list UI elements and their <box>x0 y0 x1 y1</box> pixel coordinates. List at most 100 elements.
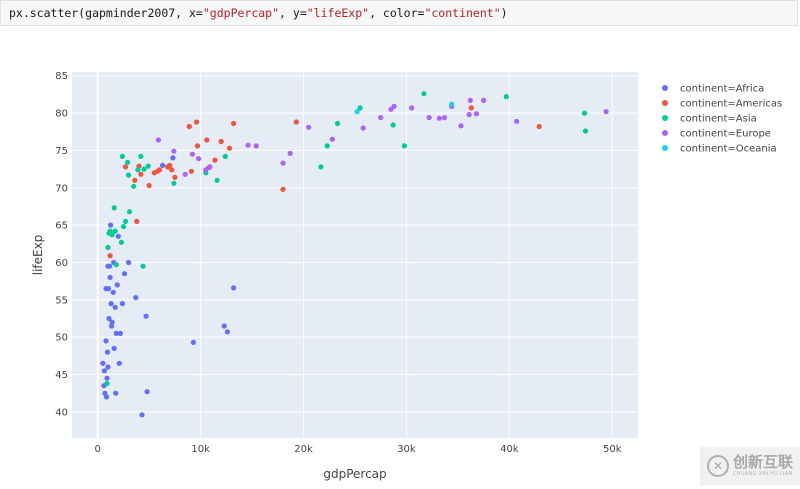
scatter-point <box>190 339 196 345</box>
scatter-point <box>449 101 455 107</box>
scatter-point <box>112 228 118 234</box>
watermark-logo: ✕ 创新互联 CHUANG XIN HU LIAN <box>700 447 800 485</box>
x-tick-label: 30k <box>397 444 416 455</box>
scatter-point <box>133 295 139 301</box>
scatter-chart[interactable]: 0 10k 20k 30k 40k 50k 40 45 50 55 60 65 70 75 80 85 gd… <box>0 0 800 489</box>
scatter-point <box>108 301 114 307</box>
scatter-point <box>140 263 146 269</box>
scatter-point <box>126 259 132 266</box>
scatter-point <box>145 163 151 169</box>
scatter-point <box>108 222 114 228</box>
scatter-point <box>441 115 448 121</box>
x-tick-labels: 0 10k 20k 30k 40k 50k <box>95 444 622 455</box>
scatter-point <box>226 145 233 151</box>
legend[interactable]: continent=Africa continent=Americas contin… <box>662 84 782 155</box>
scatter-point <box>125 159 131 165</box>
x-tick-label: 50k <box>603 444 622 455</box>
scatter-point <box>401 143 407 149</box>
scatter-point <box>214 177 220 183</box>
scatter-point <box>100 360 106 366</box>
scatter-point <box>582 128 589 134</box>
scatter-point <box>107 253 113 259</box>
scatter-point <box>104 349 111 355</box>
scatter-point <box>169 167 175 173</box>
scatter-point <box>160 162 166 168</box>
scatter-point <box>113 262 119 268</box>
scatter-point <box>143 313 149 319</box>
scatter-point <box>141 166 147 172</box>
watermark-subtitle: CHUANG XIN HU LIAN <box>732 471 793 477</box>
scatter-point <box>354 109 360 115</box>
scatter-point <box>207 164 213 170</box>
scatter-point <box>409 105 415 111</box>
y-tick-label: 85 <box>55 71 68 82</box>
y-tick-label: 70 <box>55 183 68 194</box>
scatter-point <box>390 122 396 128</box>
scatter-point <box>603 109 609 115</box>
scatter-point <box>111 345 117 351</box>
y-axis-title: lifeExp <box>31 235 45 276</box>
x-axis-title: gdpPercap <box>323 467 386 481</box>
scatter-point <box>115 233 121 239</box>
scatter-point <box>122 164 129 170</box>
watermark-title: 创新互联 <box>732 453 793 471</box>
scatter-point <box>104 375 110 381</box>
y-tick-label: 55 <box>55 295 68 306</box>
scatter-point <box>186 123 192 130</box>
legend-label: continent=Americas <box>680 99 782 110</box>
scatter-point <box>107 274 113 280</box>
scatter-point <box>103 286 109 292</box>
scatter-point <box>111 205 117 211</box>
legend-item[interactable]: continent=Europe <box>662 129 771 140</box>
scatter-point <box>334 120 341 127</box>
scatter-point <box>212 157 218 163</box>
plot-area[interactable] <box>72 72 638 438</box>
scatter-point <box>138 171 144 177</box>
scatter-point <box>138 153 144 159</box>
y-tick-label: 80 <box>55 109 68 120</box>
y-tick-label: 65 <box>55 221 68 232</box>
legend-marker <box>662 115 668 121</box>
scatter-point <box>104 380 110 387</box>
scatter-point <box>134 218 140 224</box>
scatter-point <box>189 151 195 157</box>
scatter-point <box>170 155 176 161</box>
scatter-point <box>171 148 177 154</box>
scatter-point <box>146 182 152 189</box>
scatter-point <box>318 164 324 170</box>
legend-label: continent=Asia <box>680 114 757 125</box>
scatter-point <box>204 137 210 143</box>
legend-item[interactable]: continent=Oceania <box>662 144 777 155</box>
y-tick-label: 75 <box>55 146 68 157</box>
scatter-point <box>101 368 107 374</box>
scatter-point <box>503 94 509 100</box>
scatter-point <box>116 360 122 366</box>
scatter-point <box>391 103 397 109</box>
scatter-point <box>132 177 138 183</box>
scatter-point <box>481 97 487 103</box>
scatter-point <box>467 97 473 103</box>
scatter-point <box>222 153 228 159</box>
legend-item[interactable]: continent=Asia <box>662 114 757 125</box>
legend-label: continent=Europe <box>680 129 771 140</box>
scatter-point <box>421 91 427 97</box>
scatter-point <box>280 160 286 166</box>
watermark-text: 创新互联 CHUANG XIN HU LIAN <box>733 455 793 477</box>
scatter-point <box>466 112 472 118</box>
legend-marker <box>662 145 668 151</box>
legend-label: continent=Africa <box>680 84 764 95</box>
scatter-point <box>114 282 120 288</box>
legend-item[interactable]: continent=Americas <box>662 99 782 110</box>
scatter-point <box>144 389 150 395</box>
scatter-point <box>127 209 133 215</box>
scatter-point <box>329 136 335 142</box>
legend-item[interactable]: continent=Africa <box>662 84 764 95</box>
x-tick-label: 0 <box>95 444 101 455</box>
legend-marker <box>662 130 668 136</box>
scatter-point <box>135 167 141 173</box>
scatter-point <box>112 304 118 310</box>
scatter-point <box>182 171 188 177</box>
scatter-point <box>121 271 128 277</box>
scatter-point <box>221 323 227 329</box>
scatter-point <box>126 172 132 178</box>
